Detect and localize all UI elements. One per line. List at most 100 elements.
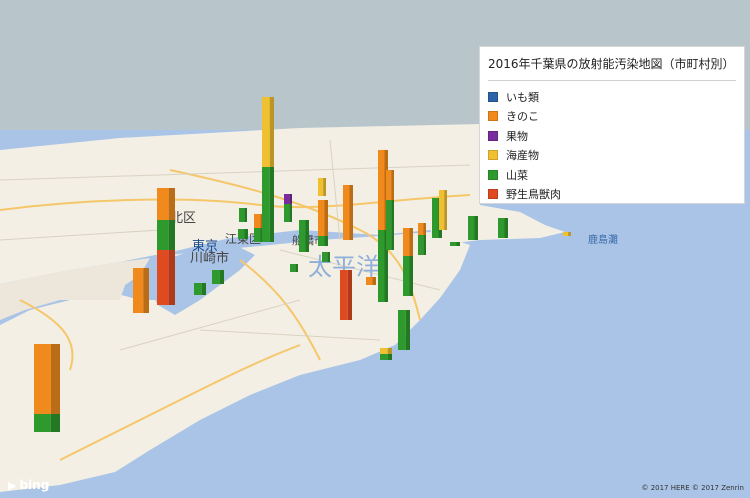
column-marker[interactable] — [439, 190, 447, 230]
column-segment-side — [372, 277, 376, 285]
column-segment — [284, 204, 290, 222]
column-segment — [380, 354, 388, 360]
column-segment-side — [387, 348, 392, 354]
column-segment — [386, 200, 392, 250]
column-segment — [366, 277, 373, 285]
column-segment — [403, 256, 410, 296]
column-segment-side — [391, 200, 394, 250]
column-marker[interactable] — [318, 200, 328, 246]
column-segment-side — [305, 220, 309, 252]
column-segment — [262, 97, 270, 167]
column-segment-side — [504, 218, 508, 238]
column-marker[interactable] — [468, 216, 478, 240]
column-marker[interactable] — [450, 242, 460, 246]
legend-item-imo[interactable]: いも類 — [480, 87, 744, 107]
column-segment-side — [423, 223, 426, 235]
column-marker[interactable] — [194, 283, 206, 295]
column-marker[interactable] — [157, 188, 175, 305]
legend-title: 2016年千葉県の放射能汚染地図（市町村別） — [488, 57, 735, 71]
column-marker[interactable] — [290, 264, 298, 272]
column-marker[interactable] — [343, 185, 353, 240]
legend-label: 海産物 — [506, 149, 539, 163]
legend-label: 山菜 — [506, 168, 528, 182]
column-segment-side — [347, 270, 352, 320]
column-segment-side — [327, 252, 330, 262]
column-segment — [439, 190, 445, 230]
column-segment — [418, 235, 424, 255]
column-segment — [380, 348, 388, 354]
column-segment-side — [269, 97, 274, 167]
column-marker[interactable] — [212, 270, 224, 284]
column-segment — [239, 208, 245, 222]
column-segment-side — [444, 190, 447, 230]
column-marker[interactable] — [284, 194, 292, 222]
column-segment-side — [289, 204, 292, 222]
legend-swatch — [488, 189, 498, 200]
column-segment-side — [244, 208, 247, 222]
column-marker[interactable] — [322, 252, 330, 262]
column-marker[interactable] — [133, 268, 149, 313]
column-marker[interactable] — [340, 270, 352, 320]
column-segment — [157, 188, 169, 220]
column-marker[interactable] — [262, 97, 274, 242]
column-segment — [322, 252, 328, 262]
column-segment-side — [456, 242, 460, 246]
column-marker[interactable] — [299, 220, 309, 252]
column-segment — [290, 264, 296, 272]
bing-attribution[interactable]: ▶ bing — [8, 478, 49, 492]
legend-label: 野生鳥獣肉 — [506, 188, 561, 202]
column-segment — [254, 214, 261, 228]
column-segment-side — [143, 268, 149, 313]
column-marker[interactable] — [386, 170, 394, 250]
column-segment-side — [423, 235, 426, 255]
column-segment-side — [168, 250, 175, 305]
column-segment — [194, 283, 202, 295]
column-segment-side — [349, 185, 353, 240]
column-segment — [343, 185, 350, 240]
column-segment — [563, 232, 569, 236]
column-marker[interactable] — [403, 228, 413, 296]
place-label: 鹿島灘 — [588, 233, 618, 246]
legend-item-kaisanbutsu[interactable]: 海産物 — [480, 146, 744, 166]
column-segment-side — [289, 194, 292, 204]
column-marker[interactable] — [398, 310, 410, 350]
column-segment-side — [219, 270, 224, 284]
legend-label: きのこ — [506, 110, 539, 124]
legend-item-choujuniku[interactable]: 野生鳥獣肉 — [480, 185, 744, 205]
column-marker[interactable] — [418, 223, 426, 255]
column-marker[interactable] — [34, 344, 60, 432]
column-marker[interactable] — [238, 229, 248, 239]
column-marker[interactable] — [366, 277, 376, 285]
column-segment — [34, 344, 51, 414]
column-segment-side — [324, 200, 328, 236]
column-marker[interactable] — [380, 348, 392, 360]
column-segment — [378, 150, 385, 230]
column-segment — [378, 230, 385, 302]
column-marker[interactable] — [563, 232, 571, 236]
column-segment — [432, 198, 439, 238]
column-segment — [157, 250, 169, 305]
column-segment — [284, 194, 290, 204]
column-marker[interactable] — [318, 178, 326, 196]
column-segment — [403, 228, 410, 256]
legend-swatch — [488, 111, 498, 122]
column-marker[interactable] — [498, 218, 508, 238]
column-segment-side — [474, 216, 478, 240]
legend-swatch — [488, 130, 498, 141]
column-segment — [157, 220, 169, 250]
map-copyright: © 2017 HERE © 2017 Zenrin — [641, 484, 744, 492]
column-segment-side — [269, 167, 274, 242]
column-marker[interactable] — [239, 208, 247, 222]
column-segment-side — [50, 344, 60, 414]
column-segment — [318, 236, 325, 246]
legend-item-kinoko[interactable]: きのこ — [480, 107, 744, 127]
column-segment-side — [387, 354, 392, 360]
column-segment — [133, 268, 144, 313]
bing-brand: bing — [19, 478, 50, 492]
legend-item-sansai[interactable]: 山菜 — [480, 165, 744, 185]
column-segment-side — [405, 310, 410, 350]
legend-item-kudamono[interactable]: 果物 — [480, 126, 744, 146]
column-segment-side — [168, 220, 175, 250]
bing-logo-icon: ▶ — [8, 478, 17, 492]
column-segment — [340, 270, 348, 320]
